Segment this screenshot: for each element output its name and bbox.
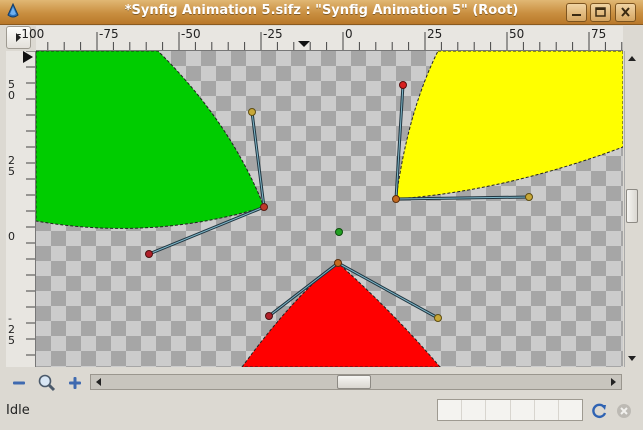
tangent-duck [248,108,256,116]
minimize-button[interactable] [566,3,587,22]
ruler-label: 25 [427,27,443,41]
maximize-icon [595,7,606,17]
ruler-label: -25 [263,27,283,41]
stop-icon[interactable] [614,401,634,421]
vertex-duck [392,195,400,203]
scroll-up-arrow-icon[interactable] [626,52,638,66]
vertex-duck [334,259,342,267]
ruler-label: 75 [591,27,607,41]
tangent-duck [399,81,407,89]
ruler-label: -75 [99,27,119,41]
minus-icon[interactable] [9,373,29,393]
ruler-label: 5 0 [8,78,15,102]
tangent-duck [434,314,442,322]
canvas-drawing [36,51,623,367]
vertex-duck [260,203,268,211]
status-text: Idle [6,403,30,418]
magnifier-icon[interactable] [37,373,57,393]
ruler-cursor-marker [298,41,310,47]
ruler-label: -100 [17,27,45,41]
green-region[interactable] [36,51,265,229]
close-button[interactable] [615,3,636,22]
tangent-duck [265,312,273,320]
ruler-cursor-marker [23,51,33,63]
window-title: *Synfig Animation 5.sifz : "Synfig Anima… [124,3,519,18]
refresh-icon[interactable] [589,401,609,421]
horizontal-ruler-ticks [47,32,623,50]
ruler-label: 50 [509,27,525,41]
horizontal-scrollbar[interactable] [90,374,622,390]
vertical-ruler[interactable]: 5 0 2 5 0 - 2 5 [6,50,36,367]
scroll-right-arrow-icon[interactable] [606,376,620,388]
ruler-label: 0 [345,27,353,41]
work-area-canvas[interactable] [36,51,623,367]
ruler-label: 2 5 [8,154,15,178]
origin-duck [335,228,343,236]
scroll-left-arrow-icon[interactable] [92,376,106,388]
plus-icon[interactable] [65,373,85,393]
yellow-region[interactable] [395,51,623,200]
close-icon [621,7,630,17]
vertical-scrollbar[interactable] [624,51,639,367]
tangent-duck [145,250,153,258]
tangent-duck [525,193,533,201]
horizontal-ruler[interactable]: -100 -75 -50 -25 0 25 50 75 [17,26,623,51]
ruler-label: -50 [181,27,201,41]
maximize-button[interactable] [590,3,611,22]
minimize-icon [572,14,581,16]
horizontal-scroll-thumb[interactable] [337,375,371,389]
ruler-label: - 2 5 [8,312,15,347]
render-progress-bar [437,399,583,421]
vertical-scroll-thumb[interactable] [626,189,638,223]
ruler-label: 0 [8,230,15,243]
title-bar: *Synfig Animation 5.sifz : "Synfig Anima… [0,0,643,25]
scroll-down-arrow-icon[interactable] [626,351,638,365]
